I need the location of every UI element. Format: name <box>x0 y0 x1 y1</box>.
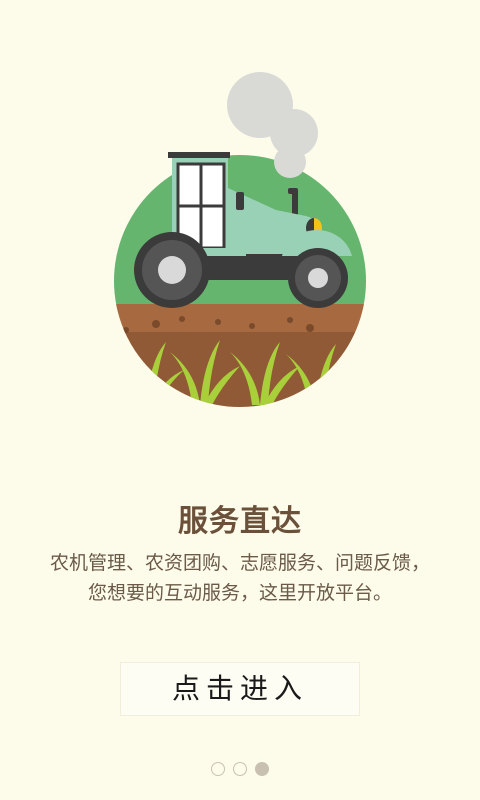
tractor-illustration <box>100 60 380 420</box>
description-line-1: 农机管理、农资团购、志愿服务、问题反馈， <box>49 552 430 574</box>
page-indicator <box>0 762 480 776</box>
page-title: 服务直达 <box>178 504 302 539</box>
page-dot-3-active[interactable] <box>255 762 269 776</box>
tractor-icon <box>114 72 366 407</box>
page-dot-2[interactable] <box>233 762 247 776</box>
description-line-2: 您想要的互动服务，这里开放平台。 <box>87 582 392 604</box>
enter-button[interactable]: 点击进入 <box>120 662 360 716</box>
page-dot-1[interactable] <box>211 762 225 776</box>
description: 农机管理、农资团购、志愿服务、问题反馈， 您想要的互动服务，这里开放平台。 <box>0 548 480 608</box>
